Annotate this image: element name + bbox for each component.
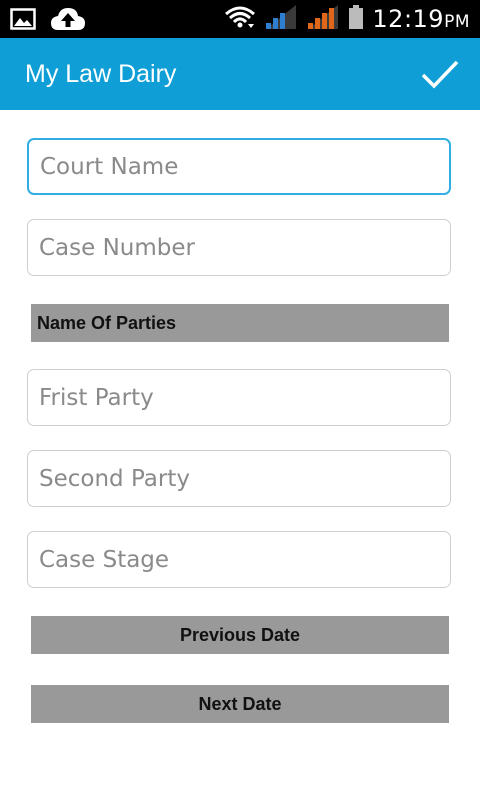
app-bar: My Law Dairy	[0, 38, 480, 110]
court-name-input[interactable]	[27, 138, 451, 195]
first-party-input[interactable]	[27, 369, 451, 426]
second-party-input[interactable]	[27, 450, 451, 507]
save-button[interactable]	[418, 52, 462, 96]
image-icon	[10, 7, 36, 36]
status-bar: 12:19PM	[0, 0, 480, 38]
battery-icon	[348, 4, 364, 35]
checkmark-icon	[421, 60, 459, 89]
case-number-input[interactable]	[27, 219, 451, 276]
clock-ampm: PM	[444, 12, 470, 32]
previous-date-button[interactable]: Previous Date	[31, 616, 449, 654]
status-clock: 12:19PM	[372, 5, 470, 33]
case-stage-input[interactable]	[27, 531, 451, 588]
cloud-upload-icon	[50, 6, 86, 37]
signal-icon	[264, 3, 298, 36]
app-title: My Law Dairy	[25, 60, 177, 88]
wifi-icon	[224, 4, 256, 35]
clock-time: 12:19	[372, 5, 445, 33]
next-date-button[interactable]: Next Date	[31, 685, 449, 723]
parties-section-header: Name Of Parties	[31, 304, 449, 342]
signal-icon-2	[306, 3, 340, 36]
